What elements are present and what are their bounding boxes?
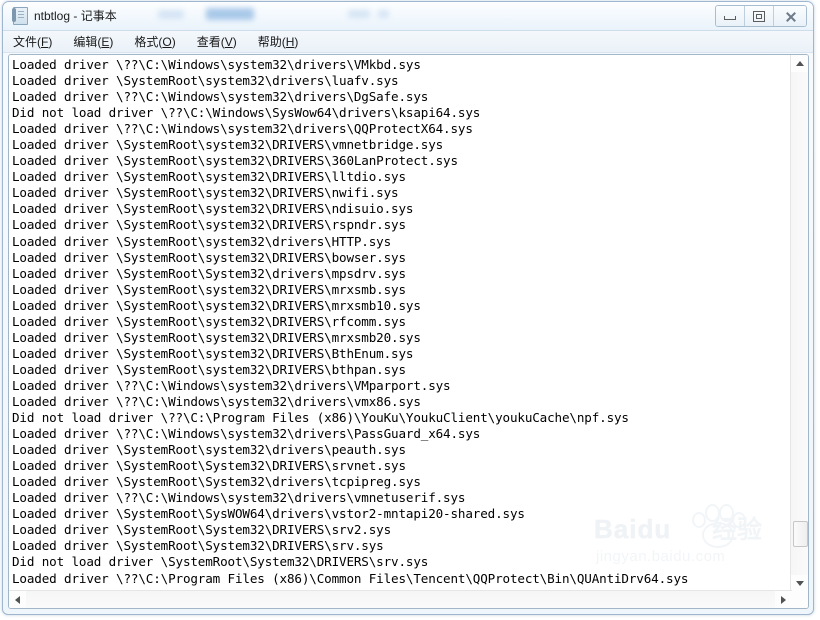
log-line: Loaded driver \SystemRoot\system32\DRIVE… [12,361,406,377]
redacted-titlebar-element-4 [378,10,389,18]
log-line: Did not load driver \??\C:\Windows\SysWo… [12,105,481,121]
scroll-down-button[interactable] [791,575,808,592]
log-line: Did not load driver \??\C:\Program Files… [12,410,629,426]
log-line: Loaded driver \SystemRoot\System32\drive… [12,474,421,490]
log-line: Loaded driver \SystemRoot\SysWOW64\drive… [12,506,525,522]
log-line: Did not load driver \SystemRoot\System32… [12,554,429,570]
text-editor-panel: Loaded driver \??\C:\Windows\system32\dr… [8,54,809,609]
vertical-scrollbar[interactable] [790,55,808,592]
window-controls [715,5,807,27]
log-line: Loaded driver \??\C:\Windows\system32\dr… [12,89,429,105]
chevron-down-icon [795,581,804,586]
horizontal-scrollbar[interactable] [9,590,792,608]
log-line: Loaded driver \SystemRoot\system32\drive… [12,73,399,89]
paw-icon [690,504,746,548]
log-line: Loaded driver \SystemRoot\system32\DRIVE… [12,153,458,169]
minimize-icon [724,16,736,20]
menu-help[interactable]: 帮助(H) [258,33,299,50]
scroll-up-button[interactable] [791,55,808,72]
menu-edit[interactable]: 编辑(E) [73,33,113,50]
vertical-scroll-track[interactable] [791,72,808,575]
window-title: ntbtlog - 记事本 [34,9,117,23]
vertical-scroll-thumb[interactable] [793,521,808,547]
log-line: Loaded driver \SystemRoot\system32\drive… [12,233,392,249]
log-line: Loaded driver \SystemRoot\system32\DRIVE… [12,137,444,153]
scroll-left-button[interactable] [9,591,26,608]
title-bar[interactable]: ntbtlog - 记事本 [3,2,813,31]
log-line: Loaded driver \SystemRoot\system32\DRIVE… [12,249,406,265]
close-icon [785,11,796,22]
maximize-button[interactable] [745,6,774,26]
chevron-left-icon [15,595,20,604]
horizontal-scroll-track[interactable] [26,591,775,608]
log-line: Loaded driver \SystemRoot\System32\DRIVE… [12,538,384,554]
log-line: Loaded driver \SystemRoot\system32\DRIVE… [12,217,406,233]
chevron-up-icon [795,61,804,66]
log-line: Loaded driver \SystemRoot\system32\DRIVE… [12,201,414,217]
log-line: Loaded driver \SystemRoot\system32\DRIVE… [12,281,406,297]
log-line: Loaded driver \??\C:\Windows\system32\dr… [12,57,421,72]
maximize-icon [753,10,765,22]
notepad-icon [12,7,28,25]
log-line: Loaded driver \??\C:\Windows\system32\dr… [12,393,421,409]
log-line: Loaded driver \SystemRoot\System32\DRIVE… [12,522,392,538]
log-line: Loaded driver \??\C:\Windows\system32\dr… [12,490,466,506]
scrollbar-corner [791,591,808,608]
menu-view[interactable]: 查看(V) [197,33,237,50]
log-line: Loaded driver \??\C:\Windows\system32\dr… [12,426,481,442]
watermark-brand-cn: 经验 [712,516,763,544]
text-area[interactable]: Loaded driver \??\C:\Windows\system32\dr… [9,55,792,592]
log-line: Loaded driver \SystemRoot\system32\DRIVE… [12,297,421,313]
log-line: Loaded driver \SystemRoot\System32\drive… [12,265,406,281]
log-line: Loaded driver \SystemRoot\system32\DRIVE… [12,169,406,185]
log-line: Loaded driver \??\C:\Windows\system32\dr… [12,377,451,393]
redacted-titlebar-element-2 [206,8,254,20]
log-text-content: Loaded driver \??\C:\Windows\system32\dr… [12,57,688,587]
log-line: Loaded driver \SystemRoot\system32\DRIVE… [12,313,406,329]
notepad-window: ntbtlog - 记事本 文件(F) 编辑(E) 格式(O) 查看(V) 帮助… [2,1,814,615]
log-line: Loaded driver \SystemRoot\system32\DRIVE… [12,345,414,361]
redacted-titlebar-element-1 [158,10,184,19]
close-button[interactable] [774,6,806,26]
log-line: Loaded driver \??\C:\Program Files (x86)… [12,570,689,586]
redacted-titlebar-element-3 [348,10,370,18]
menu-bar: 文件(F) 编辑(E) 格式(O) 查看(V) 帮助(H) [3,31,813,53]
menu-file[interactable]: 文件(F) [13,33,52,50]
chevron-right-icon [781,595,786,604]
menu-format[interactable]: 格式(O) [134,33,175,50]
log-line: Loaded driver \SystemRoot\system32\drive… [12,442,406,458]
scroll-right-button[interactable] [775,591,792,608]
log-line: Loaded driver \SystemRoot\system32\DRIVE… [12,185,399,201]
log-line: Loaded driver \??\C:\Windows\system32\dr… [12,121,473,137]
log-line: Loaded driver \SystemRoot\System32\DRIVE… [12,458,406,474]
minimize-button[interactable] [716,6,745,26]
log-line: Loaded driver \SystemRoot\system32\DRIVE… [12,329,421,345]
